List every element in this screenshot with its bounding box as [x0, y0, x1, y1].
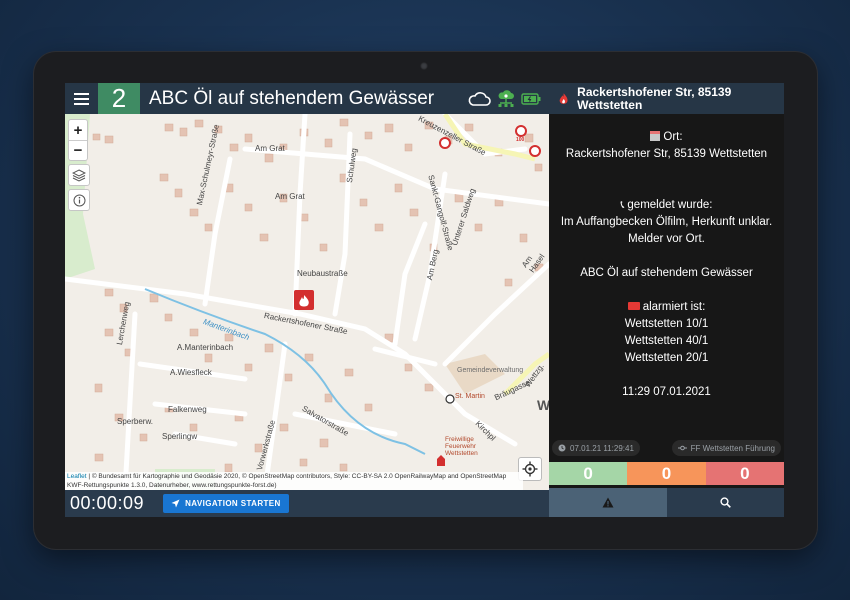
- incident-address: Rackertshofener Str, 85139 Wettstetten: [577, 84, 732, 112]
- fire-truck-icon: [627, 302, 640, 310]
- zoom-out-button[interactable]: −: [69, 140, 87, 160]
- alarmed-unit: Wettstetten 20/1: [624, 352, 709, 364]
- street-label: Gemeindeverwaltung: [457, 367, 524, 374]
- unit-chip: FF Wettstetten Führung: [671, 440, 781, 456]
- fire-icon: [559, 92, 568, 104]
- street-label: Sperlingw: [162, 432, 198, 441]
- map-view[interactable]: Am Grat Am Grat Max-Schulmeyr-Straße Sch…: [65, 114, 549, 490]
- elapsed-timer: 00:00:09: [70, 493, 145, 513]
- street-labels: Am Grat Am Grat Max-Schulmeyr-Straße Sch…: [65, 114, 549, 490]
- street-label: St. Martin: [455, 393, 485, 400]
- incident-panel: Rackertshofener Str, 85139 Wettstetten O…: [549, 83, 784, 517]
- speed-limit-sign: 100: [516, 137, 525, 143]
- start-navigation-label: NAVIGATION STARTEN: [185, 499, 281, 508]
- leaflet-link[interactable]: Leaflet: [67, 473, 87, 480]
- street-label: Am Grat: [275, 192, 305, 201]
- street-label: W: [537, 397, 549, 413]
- page-title: ABC Öl auf stehendem Gewässer: [149, 87, 435, 109]
- street-label: Am Hasel: [520, 252, 547, 275]
- street-label: Vorwerkstraße: [255, 419, 278, 472]
- report-line: Melder vor Ort.: [628, 233, 705, 245]
- status-icons: [467, 89, 549, 109]
- attribution-text: | © Bundesamt für Kartographie und Geodä…: [86, 473, 507, 480]
- street-label: Sankt-Gangolf-Straße: [426, 174, 456, 252]
- count-orange[interactable]: 0: [627, 462, 706, 485]
- screen: 2 ABC Öl auf stehendem Gewässer Am Grat …: [65, 83, 784, 517]
- report-line: Im Auffangbecken Ölfilm, Herkunft unklar…: [560, 216, 773, 228]
- alarmed-unit: Wettstetten 10/1: [624, 318, 709, 330]
- search-icon: [720, 497, 731, 508]
- tablet-frame: 2 ABC Öl auf stehendem Gewässer Am Grat …: [34, 52, 817, 549]
- street-label: Kreuzenzeller Straße: [416, 114, 488, 158]
- chip-unit-label: FF Wettstetten Führung: [690, 443, 775, 453]
- camera: [420, 62, 428, 70]
- street-label: Freiwillige Feuerwehr Wettstetten: [445, 436, 478, 457]
- warning-icon: [602, 497, 614, 508]
- info-icon: [73, 194, 85, 206]
- count-green[interactable]: 0: [549, 462, 628, 485]
- ort-label: Ort:: [663, 131, 683, 143]
- ort-heading: Ort:: [549, 129, 784, 146]
- incident-keyword: ABC Öl auf stehendem Gewässer: [580, 267, 753, 279]
- bottom-bar: 00:00:09 NAVIGATION STARTEN: [65, 490, 549, 517]
- street-label: A.Manterinbach: [177, 343, 234, 352]
- phone-icon: 📞︎: [620, 199, 625, 211]
- street-label: Falkenweg: [168, 405, 207, 414]
- commit-icon: [677, 445, 687, 451]
- response-counts: 0 0 0: [549, 462, 784, 485]
- cloud-icon: [468, 91, 491, 106]
- panel-tabs: [549, 488, 784, 517]
- street-label: Sperberw.: [117, 417, 154, 426]
- zoom-in-button[interactable]: +: [69, 120, 87, 140]
- tab-alert[interactable]: [549, 488, 667, 517]
- alarmiert-label: alarmiert ist:: [642, 301, 706, 313]
- hamburger-icon: [74, 97, 89, 100]
- navigation-arrow-icon: [171, 499, 180, 508]
- alarmiert-heading: alarmiert ist:: [549, 299, 784, 316]
- meta-row: 07.01.21 11:29:41 FF Wettstetten Führung: [549, 440, 784, 456]
- info-button[interactable]: [68, 189, 90, 211]
- layers-icon: [72, 169, 86, 182]
- gemeldet-heading: 📞︎ gemeldet wurde:: [549, 197, 784, 214]
- incident-details: Ort: Rackertshofener Str, 85139 Wettstet…: [549, 129, 784, 401]
- street-label: Schulweg: [345, 147, 359, 184]
- count-red[interactable]: 0: [705, 462, 784, 485]
- street-label: Max-Schulmeyr-Straße: [195, 123, 221, 206]
- ort-value: Rackertshofener Str, 85139 Wettstetten: [565, 148, 768, 160]
- alarmed-unit: Wettstetten 40/1: [624, 335, 709, 347]
- alarm-time: 11:29 07.01.2021: [622, 386, 711, 398]
- street-label: Lerchenweg: [115, 301, 132, 346]
- unit-number: 2: [98, 83, 140, 114]
- street-label: A.Wiesfleck: [170, 368, 212, 377]
- alarm-timestamp-chip: 07.01.21 11:29:41: [552, 440, 640, 456]
- street-label: Unterer Saldweg: [450, 187, 477, 247]
- network-status-icon: [498, 89, 514, 107]
- clock-icon: [558, 444, 566, 452]
- chip-time-label: 07.01.21 11:29:41: [570, 443, 634, 453]
- street-label: Wettzg.: [523, 361, 546, 390]
- street-label: Manterinbach: [201, 317, 251, 343]
- street-label: Rackertshofener Straße: [263, 311, 349, 337]
- panel-header: Rackertshofener Str, 85139 Wettstetten: [549, 83, 784, 114]
- top-bar: 2 ABC Öl auf stehendem Gewässer: [65, 83, 549, 114]
- attribution-text: KWF-Rettungspunkte 1.3.0, Datenurheber, …: [67, 482, 277, 489]
- building-icon: [650, 131, 661, 141]
- zoom-control: + −: [68, 119, 88, 161]
- menu-button[interactable]: [65, 83, 98, 114]
- tab-search[interactable]: [666, 488, 784, 517]
- layers-button[interactable]: [68, 164, 90, 186]
- gemeldet-label: gemeldet wurde:: [627, 199, 713, 211]
- street-label: Salvatorstraße: [300, 404, 351, 438]
- street-label: Am Berg: [425, 248, 441, 281]
- crosshair-icon: [522, 461, 538, 477]
- street-label: Am Grat: [255, 144, 285, 153]
- battery-icon: [521, 92, 541, 105]
- start-navigation-button[interactable]: NAVIGATION STARTEN: [163, 494, 289, 513]
- street-label: Neubaustraße: [297, 269, 348, 278]
- map-attribution: Leaflet | © Bundesamt für Kartographie u…: [65, 472, 523, 490]
